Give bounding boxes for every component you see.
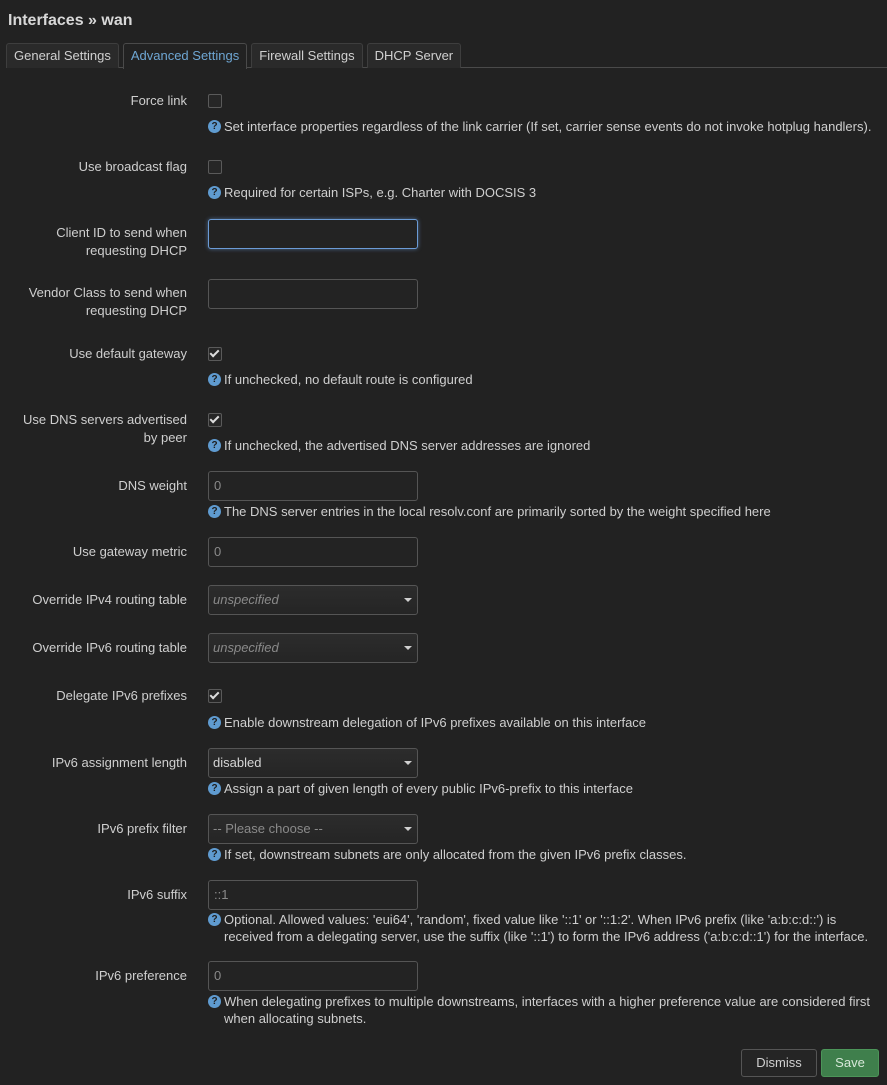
- ip6class-label: IPv6 prefix filter: [97, 821, 187, 836]
- ip6weight-help-line1: When delegating prefixes to multiple dow…: [224, 994, 871, 1009]
- peer-dns-checkbox[interactable]: [208, 413, 222, 427]
- broadcast-flag-checkbox[interactable]: [208, 160, 222, 174]
- help-icon: ?: [208, 782, 221, 795]
- help-icon: ?: [208, 120, 221, 133]
- help-icon: ?: [208, 439, 221, 452]
- ip6weight-help-line2: when allocating subnets.: [224, 1011, 367, 1026]
- client-id-label-line1: Client ID to send when: [56, 225, 187, 240]
- help-icon: ?: [208, 716, 221, 729]
- peer-dns-help-text: If unchecked, the advertised DNS server …: [224, 438, 591, 453]
- dns-weight-input[interactable]: 0: [208, 471, 418, 501]
- ipv4-table-label: Override IPv4 routing table: [32, 592, 187, 607]
- delegate-label: Delegate IPv6 prefixes: [56, 688, 187, 703]
- dns-weight-help-text: The DNS server entries in the local reso…: [224, 504, 771, 519]
- tab-bar: General Settings Advanced Settings Firew…: [6, 43, 887, 69]
- help-icon: ?: [208, 995, 221, 1008]
- help-icon: ?: [208, 373, 221, 386]
- ip6assign-value: disabled: [213, 755, 262, 770]
- ipv4-table-select[interactable]: unspecified: [208, 585, 418, 615]
- page-title: Interfaces » wan: [8, 12, 133, 29]
- tab-advanced-settings[interactable]: Advanced Settings: [122, 43, 248, 69]
- client-id-label-line2: requesting DHCP: [85, 243, 187, 258]
- vendor-class-label-line2: requesting DHCP: [85, 303, 187, 318]
- force-link-help-text: Set interface properties regardless of t…: [224, 119, 872, 134]
- broadcast-flag-label: Use broadcast flag: [78, 159, 187, 174]
- vendor-class-label-line1: Vendor Class to send when: [28, 285, 187, 300]
- interface-edit-modal: Interfaces » wan General Settings Advanc…: [0, 0, 887, 1085]
- checkmark-icon: [209, 347, 220, 358]
- ip6ifaceid-input[interactable]: ::1: [208, 880, 418, 910]
- delegate-help: ? Enable downstream delegation of IPv6 p…: [208, 714, 880, 731]
- dropdown-arrow-icon: [404, 827, 412, 831]
- ipv6-table-label: Override IPv6 routing table: [32, 640, 187, 655]
- peer-dns-label: Use DNS servers advertised by peer: [0, 411, 187, 447]
- ipv6-table-select[interactable]: unspecified: [208, 633, 418, 663]
- ip6ifaceid-help: ? Optional. Allowed values: 'eui64', 'ra…: [208, 911, 880, 945]
- ip6assign-help-text: Assign a part of given length of every p…: [224, 781, 633, 796]
- broadcast-flag-help: ? Required for certain ISPs, e.g. Charte…: [208, 184, 880, 201]
- client-id-input[interactable]: [208, 219, 418, 249]
- force-link-checkbox[interactable]: [208, 94, 222, 108]
- ip6assign-select[interactable]: disabled: [208, 748, 418, 778]
- dropdown-arrow-icon: [404, 761, 412, 765]
- vendor-class-label: Vendor Class to send when requesting DHC…: [0, 284, 187, 320]
- help-icon: ?: [208, 505, 221, 518]
- ip6class-select[interactable]: -- Please choose --: [208, 814, 418, 844]
- ip6class-help: ? If set, downstream subnets are only al…: [208, 846, 880, 863]
- ip6ifaceid-help-line1: Optional. Allowed values: 'eui64', 'rand…: [224, 912, 837, 927]
- dns-weight-help: ? The DNS server entries in the local re…: [208, 503, 880, 520]
- ip6class-value: -- Please choose --: [213, 821, 323, 836]
- tab-general-settings[interactable]: General Settings: [6, 43, 119, 68]
- ipv4-table-value: unspecified: [213, 592, 279, 607]
- delegate-checkbox[interactable]: [208, 689, 222, 703]
- force-link-help: ? Set interface properties regardless of…: [208, 118, 880, 135]
- broadcast-flag-help-text: Required for certain ISPs, e.g. Charter …: [224, 185, 537, 200]
- help-icon: ?: [208, 913, 221, 926]
- gateway-metric-label: Use gateway metric: [72, 544, 187, 559]
- ip6ifaceid-label: IPv6 suffix: [127, 887, 187, 902]
- force-link-label: Force link: [130, 93, 187, 108]
- help-icon: ?: [208, 186, 221, 199]
- ip6weight-label: IPv6 preference: [95, 968, 187, 983]
- gateway-metric-input[interactable]: 0: [208, 537, 418, 567]
- ip6weight-help: ? When delegating prefixes to multiple d…: [208, 993, 880, 1027]
- tab-dhcp-server[interactable]: DHCP Server: [366, 43, 462, 68]
- ip6weight-input[interactable]: 0: [208, 961, 418, 991]
- peer-dns-label-line1: Use DNS servers advertised: [23, 412, 187, 427]
- dns-weight-label: DNS weight: [118, 478, 187, 493]
- peer-dns-label-line2: by peer: [143, 430, 187, 445]
- help-icon: ?: [208, 848, 221, 861]
- delegate-help-text: Enable downstream delegation of IPv6 pre…: [224, 715, 647, 730]
- tab-firewall-settings[interactable]: Firewall Settings: [251, 43, 363, 68]
- peer-dns-help: ? If unchecked, the advertised DNS serve…: [208, 437, 880, 454]
- checkmark-icon: [209, 413, 220, 424]
- save-button[interactable]: Save: [821, 1049, 879, 1077]
- ip6class-help-text: If set, downstream subnets are only allo…: [224, 847, 687, 862]
- dismiss-button[interactable]: Dismiss: [741, 1049, 817, 1077]
- default-gateway-help-text: If unchecked, no default route is config…: [224, 372, 473, 387]
- ipv6-table-value: unspecified: [213, 640, 279, 655]
- ip6ifaceid-help-line2: received from a delegating server, use t…: [224, 929, 869, 944]
- default-gateway-label: Use default gateway: [69, 346, 187, 361]
- client-id-label: Client ID to send when requesting DHCP: [0, 224, 187, 260]
- dropdown-arrow-icon: [404, 646, 412, 650]
- default-gateway-checkbox[interactable]: [208, 347, 222, 361]
- checkmark-icon: [209, 689, 220, 700]
- default-gateway-help: ? If unchecked, no default route is conf…: [208, 371, 880, 388]
- dropdown-arrow-icon: [404, 598, 412, 602]
- ip6assign-label: IPv6 assignment length: [51, 755, 187, 770]
- vendor-class-input[interactable]: [208, 279, 418, 309]
- ip6assign-help: ? Assign a part of given length of every…: [208, 780, 880, 797]
